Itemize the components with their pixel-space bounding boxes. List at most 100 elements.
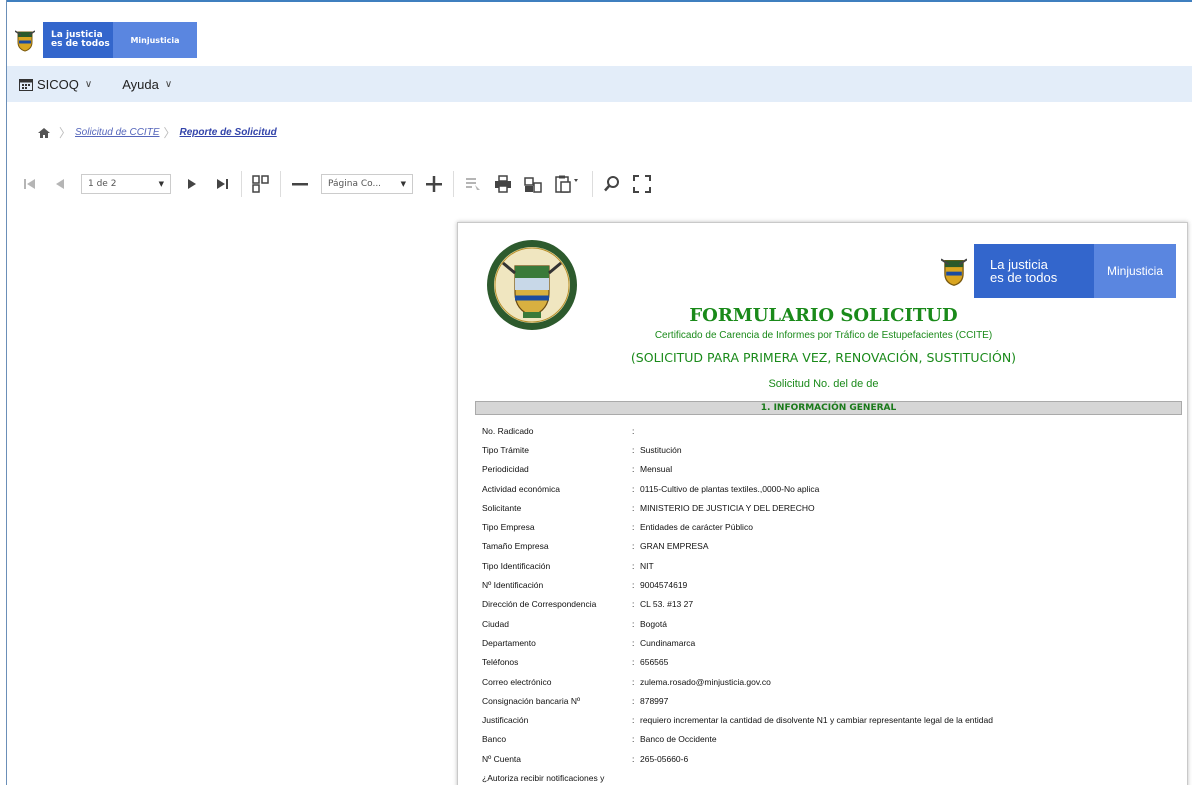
field-label: Departamento [482,637,536,648]
field-label: Correo electrónico [482,676,552,687]
breadcrumb-separator: 〉 [163,126,176,140]
field-value: Bogotá [640,618,667,629]
menu-ayuda-label: Ayuda [122,76,159,92]
field-row: Nº Identificación:9004574619 [482,575,1162,594]
field-row: Tipo Trámite: Sustitución [482,440,1162,459]
field-row: Tamaño Empresa: GRAN EMPRESA [482,537,1162,556]
field-row: Actividad económica:0115-Cultivo de plan… [482,479,1162,498]
brand-header: La justicia es de todos Minjusticia [13,22,197,58]
field-value: GRAN EMPRESA [640,541,709,552]
field-colon: : [632,522,635,533]
highlight-icon [466,178,480,190]
home-icon[interactable] [37,127,51,139]
colombia-crest-icon [934,244,974,298]
field-label: Ciudad [482,618,509,629]
dropdown-arrow-icon: ▼ [158,180,164,188]
field-row: Banco: Banco de Occidente [482,730,1162,749]
breadcrumb-separator: 〉 [59,126,72,140]
toolbar-divider [280,171,281,197]
field-colon: : [632,541,635,552]
field-value: MINISTERIO DE JUSTICIA Y DEL DERECHO [640,502,815,513]
toolbar-divider [241,171,242,197]
zoom-select[interactable]: Página Co... ▼ [321,174,413,194]
field-row: Tipo Empresa: Entidades de carácter Públi… [482,517,1162,536]
print-page-button[interactable] [518,169,548,199]
zoom-in-button[interactable] [419,169,449,199]
page-select-value: 1 de 2 [88,179,117,189]
field-value: requiero incrementar la cantidad de diso… [640,715,993,726]
field-label: Banco [482,734,507,745]
field-colon: : [632,753,635,764]
report-brand-header: La justicia es de todos Minjusticia [934,244,1183,298]
field-label: Actividad económica [482,483,560,494]
field-row: Dirección de Correspondencia: CL 53. #13 … [482,595,1162,614]
report-request-type: (SOLICITUD PARA PRIMERA VEZ, RENOVACIÓN,… [630,350,1017,365]
print-page-icon [524,177,542,193]
field-colon: : [632,618,635,629]
field-row: Correo electrónico: zulema.rosado@minjust… [482,672,1162,691]
minus-icon [292,183,308,186]
breadcrumb-reporte-solicitud[interactable]: Reporte de Solicitud [180,127,277,138]
field-row: Consignación bancaria Nº:878997 [482,691,1162,710]
general-info-fields: No. Radicado: Tipo Trámite: Sustitución Per… [482,421,1162,785]
brand-slogan: La justicia es de todos [43,22,113,58]
previous-page-button[interactable] [45,169,75,199]
field-value: Sustitución [640,444,682,455]
field-value: 656565 [640,657,669,668]
next-page-button[interactable] [177,169,207,199]
field-row: Tipo Identificación: NIT [482,556,1162,575]
field-label: Tipo Empresa [482,522,535,533]
field-colon: : [632,425,635,436]
field-value: 9004574619 [640,580,688,591]
menu-ayuda[interactable]: Ayuda ∨ [122,77,172,92]
multipage-icon [252,175,269,193]
field-label: Teléfonos [482,657,519,668]
field-value: Banco de Occidente [640,734,717,745]
field-colon: : [632,676,635,687]
export-button[interactable] [548,169,588,199]
report-page: La justicia es de todos Minjusticia FORMU… [457,222,1188,785]
chevron-down-icon: ∨ [164,78,173,90]
report-toolbar: 1 de 2 ▼ Página Co... ▼ [15,166,657,202]
field-colon: : [632,657,635,668]
field-row: Departamento: Cundinamarca [482,633,1162,652]
field-colon: : [632,444,635,455]
multipage-view-button[interactable] [246,169,276,199]
last-page-button[interactable] [207,169,237,199]
field-colon: : [632,502,635,513]
field-label: Nº Identificación [482,580,544,591]
previous-page-icon [56,179,64,189]
field-label: No. Radicado [482,425,534,436]
field-value: zulema.rosado@minjusticia.gov.co [640,676,771,687]
field-value: 0115-Cultivo de plantas textiles.,0000-N… [640,483,820,494]
menu-bar: SICOQ ∨ Ayuda ∨ [7,66,1192,102]
print-button[interactable] [488,169,518,199]
fullscreen-button[interactable] [627,169,657,199]
first-page-button[interactable] [15,169,45,199]
calendar-icon [19,78,33,91]
field-row: Teléfonos:656565 [482,653,1162,672]
field-row: ¿Autoriza recibir notificaciones y [482,768,1162,785]
field-value: 878997 [640,695,669,706]
menu-sicoq[interactable]: SICOQ ∨ [19,77,92,92]
field-colon: : [632,483,635,494]
toolbar-divider [592,171,593,197]
field-row: Ciudad: Bogotá [482,614,1162,633]
breadcrumb-solicitud-ccite[interactable]: Solicitud de CCITE [75,127,159,138]
field-colon: : [632,560,635,571]
zoom-out-button[interactable] [285,169,315,199]
field-row: No. Radicado: [482,421,1162,440]
export-icon [555,175,578,193]
breadcrumb: 〉 Solicitud de CCITE 〉 Reporte de Solici… [37,124,277,141]
field-row: Nº Cuenta:265-05660-6 [482,749,1162,768]
field-label: Consignación bancaria Nº [482,695,581,706]
search-button[interactable] [597,169,627,199]
field-colon: : [632,637,635,648]
field-label: Periodicidad [482,464,529,475]
field-label: Solicitante [482,502,522,513]
field-colon: : [632,695,635,706]
field-label: Tipo Identificación [482,560,551,571]
page-select[interactable]: 1 de 2 ▼ [81,174,171,194]
highlight-button[interactable] [458,169,488,199]
field-row: Periodicidad: Mensual [482,460,1162,479]
